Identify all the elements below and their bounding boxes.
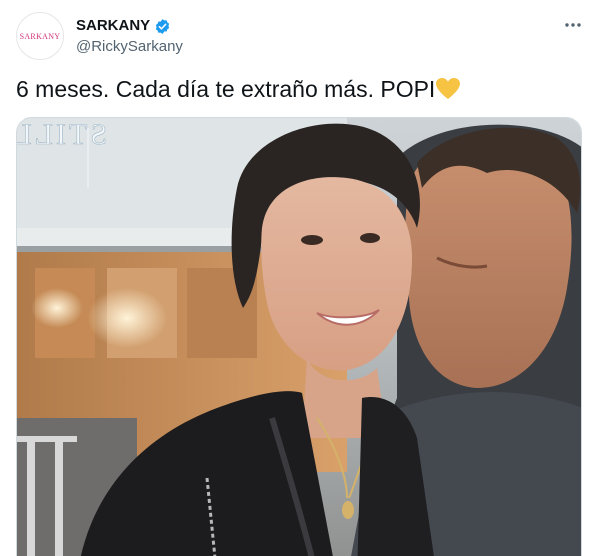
avatar[interactable]: SARKANY bbox=[16, 12, 64, 60]
author-block: SARKANY @RickySarkany bbox=[76, 16, 183, 57]
verified-badge-icon bbox=[154, 18, 171, 35]
author-handle[interactable]: @RickySarkany bbox=[76, 37, 183, 57]
tweet-text: 6 meses. Cada día te extraño más. POPI bbox=[16, 74, 584, 104]
tweet-card: SARKANY SARKANY @RickySarkany 6 meses. C… bbox=[0, 0, 600, 556]
yellow-heart-icon bbox=[435, 77, 461, 101]
avatar-logo-text: SARKANY bbox=[19, 31, 61, 41]
tweet-header: SARKANY SARKANY @RickySarkany bbox=[16, 12, 584, 64]
more-horizontal-icon[interactable] bbox=[562, 14, 584, 36]
author-display-name[interactable]: SARKANY bbox=[76, 16, 150, 36]
storefront-sign: STILLS bbox=[17, 118, 107, 151]
tweet-photo[interactable]: STILLS bbox=[16, 117, 582, 556]
tweet-text-content: 6 meses. Cada día te extraño más. POPI bbox=[16, 76, 436, 102]
name-row: SARKANY bbox=[76, 16, 183, 36]
